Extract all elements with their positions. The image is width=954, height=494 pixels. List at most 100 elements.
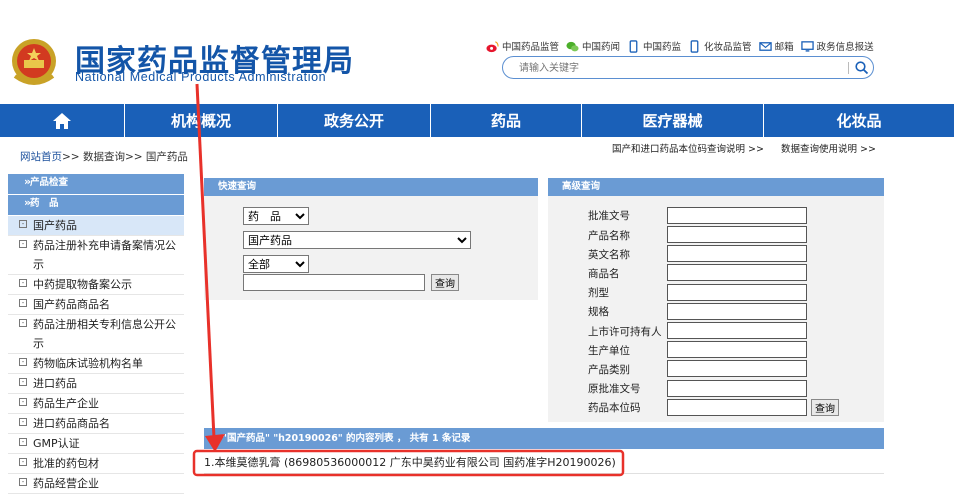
sidebar-category-drugs[interactable]: » 药 品: [8, 195, 184, 215]
sidebar-category-inspection[interactable]: » 产品检查: [8, 174, 184, 194]
result-row[interactable]: 1.本维莫德乳膏 (86980536000012 广东中昊药业有限公司 国药准字…: [204, 454, 616, 470]
caret-icon: »: [24, 196, 32, 209]
field-label-product: 产品名称: [588, 230, 630, 242]
caret-icon: »: [24, 175, 32, 188]
collapse-icon: -: [19, 299, 27, 307]
breadcrumb-level3[interactable]: 国产药品: [146, 151, 188, 163]
sidebar-item-distributors[interactable]: - 药品经营企业: [8, 474, 184, 494]
results-header: "国产药品" "h20190026" 的内容列表 ， 共有 1 条记录: [204, 428, 884, 449]
field-label-original: 原批准文号: [588, 383, 641, 395]
help-links: 国产和进口药品本位码查询说明 >> 数据查询使用说明 >>: [612, 141, 890, 155]
collapse-icon: -: [19, 478, 27, 486]
field-label-english: 英文名称: [588, 249, 630, 261]
breadcrumb-home[interactable]: 网站首页: [20, 151, 62, 163]
category-select[interactable]: 药 品: [243, 207, 309, 225]
quick-search-title: 快速查询: [204, 178, 538, 196]
sidebar-item-herbal-extract[interactable]: - 中药提取物备案公示: [8, 275, 184, 295]
breadcrumb: 网站首页>> 数据查询>> 国产药品: [20, 149, 188, 164]
english-name-input[interactable]: [667, 245, 807, 262]
breadcrumb-level2[interactable]: 数据查询: [83, 151, 125, 163]
help-link-usage[interactable]: 数据查询使用说明 >>: [781, 144, 876, 155]
advanced-search-button[interactable]: 查询: [811, 399, 839, 416]
nav-item-drugs[interactable]: 药品: [431, 104, 582, 137]
site-search: [502, 56, 874, 79]
original-approval-input[interactable]: [667, 380, 807, 397]
top-link-weibo[interactable]: 中国药品监管: [486, 39, 559, 53]
field-label-code: 药品本位码: [588, 402, 641, 414]
scope-select[interactable]: 全部: [243, 255, 309, 273]
mobile-icon: [629, 39, 638, 53]
product-category-input[interactable]: [667, 360, 807, 377]
approval-number-input[interactable]: [667, 207, 807, 224]
collapse-icon: -: [19, 220, 27, 228]
field-label-spec: 规格: [588, 306, 609, 318]
top-link-mail[interactable]: 邮箱: [758, 39, 794, 53]
sidebar-item-manufacturers[interactable]: - 药品生产企业: [8, 394, 184, 414]
top-link-report[interactable]: 政务信息报送: [800, 39, 874, 53]
top-link-label: 化妆品监管: [704, 42, 752, 53]
sidebar: » 产品检查 » 药 品 - 国产药品 - 药品注册补充申请备案情况公示 - 中药提取物备…: [8, 174, 184, 494]
top-link-label: 政务信息报送: [816, 42, 874, 53]
quick-search-panel: 快速查询 药 品 国产药品 全部 查询: [204, 178, 538, 300]
sidebar-item-domestic-drugs[interactable]: - 国产药品: [8, 216, 184, 236]
top-link-mobile-2[interactable]: 化妆品监管: [688, 39, 752, 53]
collapse-icon: -: [19, 279, 27, 287]
top-link-mobile-1[interactable]: 中国药监: [627, 39, 681, 53]
field-label-dosage: 剂型: [588, 287, 609, 299]
sidebar-item-imported[interactable]: - 进口药品: [8, 374, 184, 394]
collapse-icon: -: [19, 378, 27, 386]
quick-search-button[interactable]: 查询: [431, 274, 459, 291]
wechat-icon: [566, 41, 579, 51]
sidebar-item-imported-brand[interactable]: - 进口药品商品名: [8, 414, 184, 434]
breadcrumb-sep: >>: [62, 151, 80, 163]
sidebar-item-patent[interactable]: - 药品注册相关专利信息公开公示: [8, 315, 184, 354]
field-label-holder: 上市许可持有人: [588, 326, 662, 338]
top-link-label: 中国药品监管: [502, 42, 560, 53]
home-icon: [53, 112, 71, 129]
top-link-wechat[interactable]: 中国药闻: [566, 39, 620, 53]
mobile-icon: [690, 39, 699, 53]
quick-search-input[interactable]: [243, 274, 425, 291]
field-label-approval: 批准文号: [588, 210, 630, 222]
drug-code-input[interactable]: [667, 399, 807, 416]
dosage-form-input[interactable]: [667, 284, 807, 301]
top-link-label: 中国药闻: [582, 42, 621, 53]
search-divider: [848, 62, 849, 74]
advanced-search-panel: 高级查询 批准文号 产品名称 英文名称 商品名 剂型 规格 上市许可持有人 生产…: [548, 178, 884, 422]
nav-home[interactable]: [0, 104, 125, 137]
sidebar-item-domestic-brand[interactable]: - 国产药品商品名: [8, 295, 184, 315]
collapse-icon: -: [19, 438, 27, 446]
top-link-label: 邮箱: [774, 42, 794, 53]
mail-icon: [758, 41, 772, 51]
collapse-icon: -: [19, 398, 27, 406]
national-emblem-icon: [12, 39, 56, 85]
divider: [204, 473, 884, 474]
help-link-code[interactable]: 国产和进口药品本位码查询说明 >>: [612, 144, 764, 155]
nav-item-government[interactable]: 政务公开: [278, 104, 431, 137]
search-icon[interactable]: [854, 60, 870, 76]
breadcrumb-sep: >>: [124, 151, 143, 163]
sidebar-item-packaging[interactable]: - 批准的药包材: [8, 454, 184, 474]
database-select[interactable]: 国产药品: [243, 231, 471, 249]
collapse-icon: -: [19, 319, 27, 327]
license-holder-input[interactable]: [667, 322, 807, 339]
collapse-icon: -: [19, 458, 27, 466]
product-name-input[interactable]: [667, 226, 807, 243]
field-label-brand: 商品名: [588, 268, 620, 280]
collapse-icon: -: [19, 358, 27, 366]
weibo-icon: [486, 40, 499, 52]
nav-item-cosmetics[interactable]: 化妆品: [764, 104, 954, 137]
sidebar-item-supplementary[interactable]: - 药品注册补充申请备案情况公示: [8, 236, 184, 275]
specification-input[interactable]: [667, 303, 807, 320]
main-nav: 机构概况 政务公开 药品 医疗器械 化妆品: [0, 104, 954, 137]
brand-name-input[interactable]: [667, 264, 807, 281]
manufacturer-input[interactable]: [667, 341, 807, 358]
sidebar-item-gmp[interactable]: - GMP认证: [8, 434, 184, 454]
page-root: 国家药品监督管理局 National Medical Products Admi…: [0, 0, 954, 494]
site-subtitle: National Medical Products Administration: [75, 70, 327, 84]
nav-item-devices[interactable]: 医疗器械: [582, 104, 764, 137]
advanced-search-title: 高级查询: [548, 178, 884, 196]
search-input[interactable]: [519, 61, 829, 75]
sidebar-item-clinical[interactable]: - 药物临床试验机构名单: [8, 354, 184, 374]
nav-item-about[interactable]: 机构概况: [125, 104, 278, 137]
